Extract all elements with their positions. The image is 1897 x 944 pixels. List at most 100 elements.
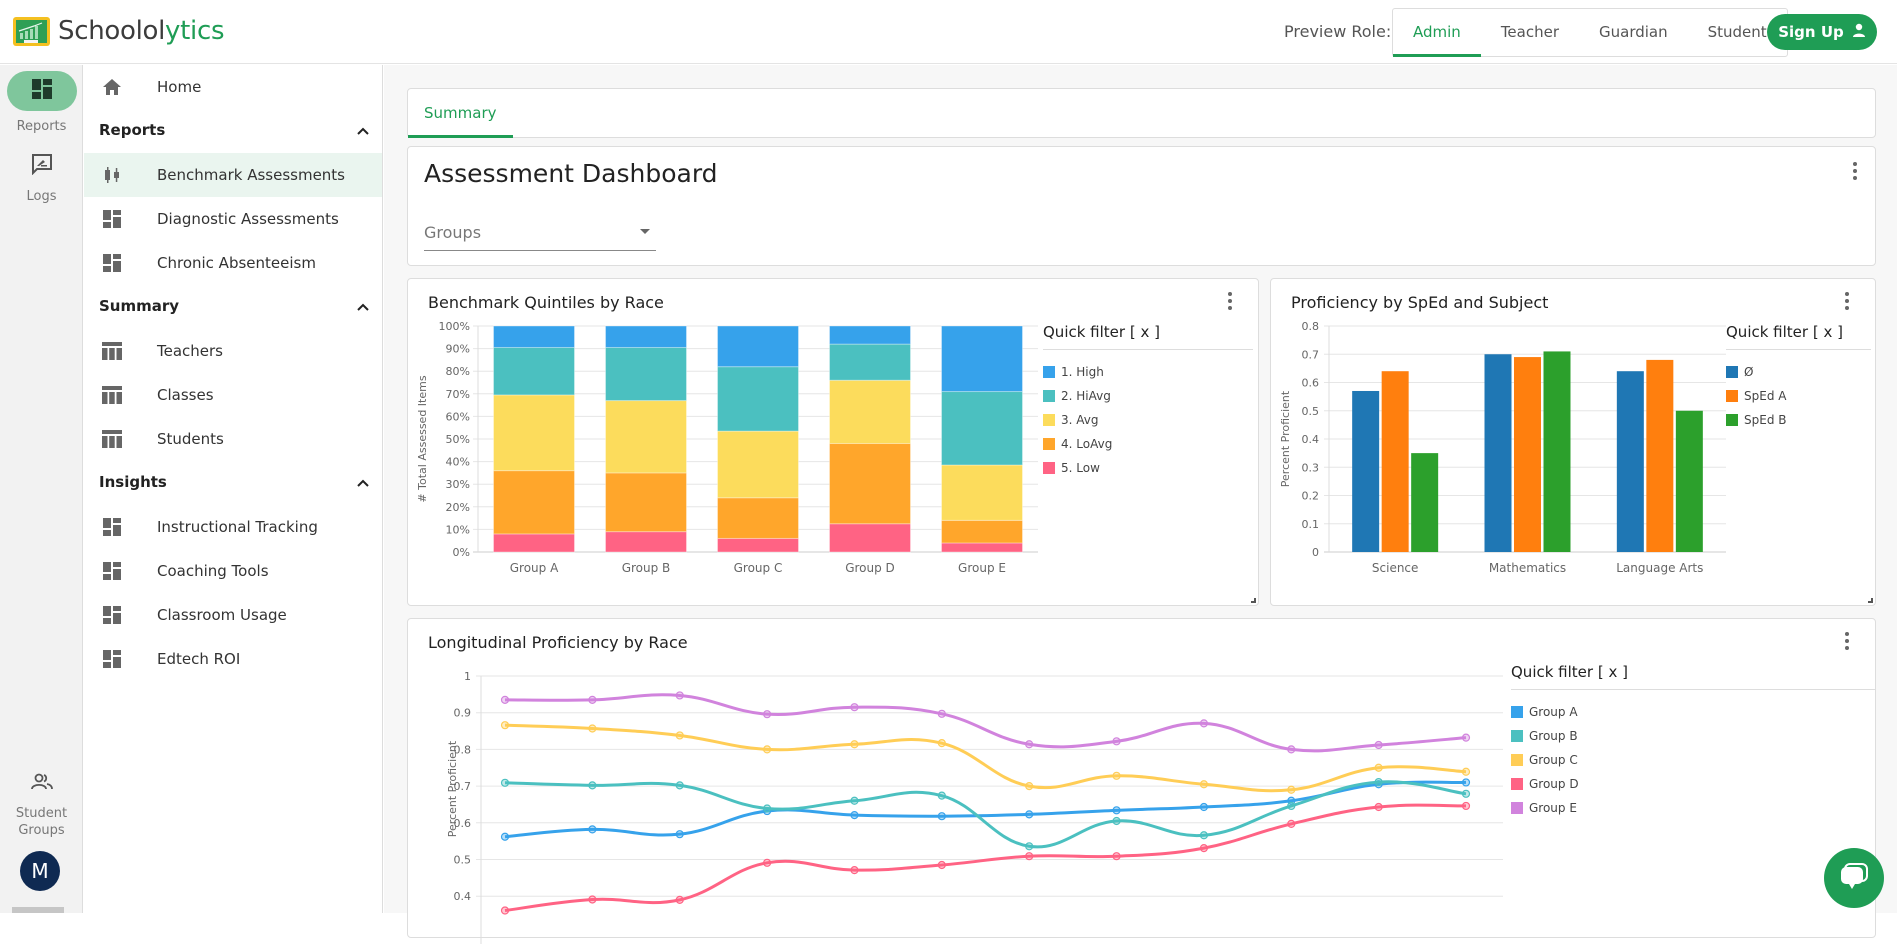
x-tick-label: Science bbox=[1372, 561, 1419, 575]
role-tab-guardian[interactable]: Guardian bbox=[1579, 9, 1688, 56]
data-point bbox=[937, 860, 946, 870]
nav-section-insights[interactable]: Insights bbox=[99, 467, 369, 497]
nav-item-label: Benchmark Assessments bbox=[157, 166, 345, 184]
nav-section-summary[interactable]: Summary bbox=[99, 291, 369, 321]
data-point bbox=[1287, 745, 1296, 754]
legend-label: SpEd A bbox=[1744, 389, 1787, 403]
x-tick-label: Group C bbox=[734, 561, 783, 575]
bar-segment bbox=[941, 464, 1023, 521]
role-tab-teacher[interactable]: Teacher bbox=[1481, 9, 1579, 56]
legend-item[interactable]: Ø bbox=[1726, 360, 1871, 384]
nav-item-label: Chronic Absenteeism bbox=[157, 254, 316, 272]
rail-logs-label: Logs bbox=[26, 189, 57, 204]
chart-legend: Quick filter [ x ] Ø SpEd A SpEd B bbox=[1726, 323, 1871, 432]
data-point bbox=[1112, 771, 1121, 780]
user-avatar[interactable]: M bbox=[20, 851, 60, 891]
data-point bbox=[850, 703, 859, 712]
bar-segment bbox=[605, 472, 687, 533]
data-point bbox=[675, 830, 684, 839]
legend-label: 2. HiAvg bbox=[1061, 389, 1111, 403]
bar-segment bbox=[717, 325, 799, 368]
bar bbox=[1514, 357, 1541, 552]
data-point bbox=[588, 895, 597, 904]
legend-item[interactable]: 2. HiAvg bbox=[1043, 384, 1253, 408]
groups-select-placeholder: Groups bbox=[424, 223, 482, 242]
nav-section-reports[interactable]: Reports bbox=[99, 115, 369, 145]
nav-item-label: Coaching Tools bbox=[157, 562, 269, 580]
bar-segment bbox=[829, 343, 911, 381]
data-point bbox=[1025, 782, 1034, 791]
nav-item-classes[interactable]: Classes bbox=[84, 373, 382, 417]
legend-item[interactable]: Group D bbox=[1511, 772, 1876, 796]
bar bbox=[1411, 453, 1439, 552]
data-point bbox=[1461, 767, 1471, 776]
chalkboard-chart-icon bbox=[13, 16, 50, 46]
nav-item-classroom-usage[interactable]: Classroom Usage bbox=[84, 593, 382, 637]
table-icon bbox=[102, 430, 122, 448]
legend-item[interactable]: 4. LoAvg bbox=[1043, 432, 1253, 456]
legend-item[interactable]: 1. High bbox=[1043, 360, 1253, 384]
data-point bbox=[850, 810, 859, 820]
legend-swatch bbox=[1043, 366, 1055, 378]
nav-item-chronic-absenteeism[interactable]: Chronic Absenteeism bbox=[84, 241, 382, 285]
dashboard-header-card: Assessment Dashboard Groups bbox=[407, 146, 1876, 266]
legend-item[interactable]: SpEd A bbox=[1726, 384, 1871, 408]
bar bbox=[1616, 371, 1644, 552]
y-tick-label: 0.8 bbox=[454, 743, 472, 756]
groups-select[interactable]: Groups bbox=[424, 219, 656, 251]
role-tab-admin[interactable]: Admin bbox=[1393, 9, 1481, 57]
more-vert-icon[interactable] bbox=[1837, 289, 1857, 313]
app-logo[interactable]: Schoololytics bbox=[13, 16, 225, 46]
nav-item-edtech-roi[interactable]: Edtech ROI bbox=[84, 637, 382, 681]
data-point bbox=[1199, 802, 1209, 812]
legend-item[interactable]: Group A bbox=[1511, 700, 1876, 724]
y-tick-label: 0.6 bbox=[1302, 377, 1320, 390]
nav-item-teachers[interactable]: Teachers bbox=[84, 329, 382, 373]
rail-item-reports[interactable]: Reports bbox=[0, 71, 83, 134]
quick-filter-clear[interactable]: Quick filter [ x ] bbox=[1043, 323, 1253, 350]
bar bbox=[1381, 371, 1409, 552]
nav-item-diagnostic-assessments[interactable]: Diagnostic Assessments bbox=[84, 197, 382, 241]
dashboard-icon bbox=[102, 650, 122, 668]
nav-item-coaching-tools[interactable]: Coaching Tools bbox=[84, 549, 382, 593]
chart-legend: Quick filter [ x ] 1. High 2. HiAvg 3. Avg… bbox=[1043, 323, 1253, 480]
bar-segment bbox=[493, 533, 575, 553]
chat-button[interactable] bbox=[1824, 848, 1884, 908]
legend-label: Group D bbox=[1529, 777, 1579, 791]
caret-down-icon bbox=[640, 229, 650, 234]
nav-item-label: Teachers bbox=[157, 342, 223, 360]
bar-segment bbox=[829, 523, 911, 553]
preview-role-tabs: Admin Teacher Guardian Student bbox=[1392, 8, 1788, 57]
rail-scrollbar[interactable] bbox=[12, 907, 64, 913]
rail-item-student-groups[interactable]: Student Groups bbox=[0, 767, 83, 839]
person-icon bbox=[1852, 23, 1866, 41]
legend-item[interactable]: Group C bbox=[1511, 748, 1876, 772]
rail-item-logs[interactable]: Logs bbox=[0, 149, 83, 204]
data-point bbox=[1287, 819, 1296, 829]
resize-handle[interactable] bbox=[1251, 598, 1256, 603]
legend-item[interactable]: Group E bbox=[1511, 796, 1876, 820]
nav-item-home[interactable]: Home bbox=[84, 65, 382, 109]
sign-up-button[interactable]: Sign Up bbox=[1767, 14, 1877, 50]
nav-item-benchmark-assessments[interactable]: Benchmark Assessments bbox=[84, 153, 382, 197]
more-vert-icon[interactable] bbox=[1837, 629, 1857, 653]
left-rail: Reports Logs Student Groups M bbox=[0, 65, 83, 913]
data-point bbox=[1199, 844, 1209, 853]
quick-filter-clear[interactable]: Quick filter [ x ] bbox=[1511, 663, 1876, 690]
more-vert-icon[interactable] bbox=[1220, 289, 1240, 313]
more-vert-icon[interactable] bbox=[1845, 159, 1865, 183]
y-tick-label: 0.4 bbox=[1302, 433, 1320, 446]
legend-item[interactable]: Group B bbox=[1511, 724, 1876, 748]
nav-item-instructional-tracking[interactable]: Instructional Tracking bbox=[84, 505, 382, 549]
quick-filter-clear[interactable]: Quick filter [ x ] bbox=[1726, 323, 1871, 350]
legend-item[interactable]: SpEd B bbox=[1726, 408, 1871, 432]
bar-segment bbox=[717, 537, 799, 553]
data-point bbox=[500, 721, 510, 730]
resize-handle[interactable] bbox=[1868, 598, 1873, 603]
dashboard-icon bbox=[31, 79, 52, 103]
tab-summary[interactable]: Summary bbox=[408, 89, 513, 138]
legend-item[interactable]: 5. Low bbox=[1043, 456, 1253, 480]
legend-item[interactable]: 3. Avg bbox=[1043, 408, 1253, 432]
nav-item-label: Diagnostic Assessments bbox=[157, 210, 339, 228]
nav-item-students[interactable]: Students bbox=[84, 417, 382, 461]
